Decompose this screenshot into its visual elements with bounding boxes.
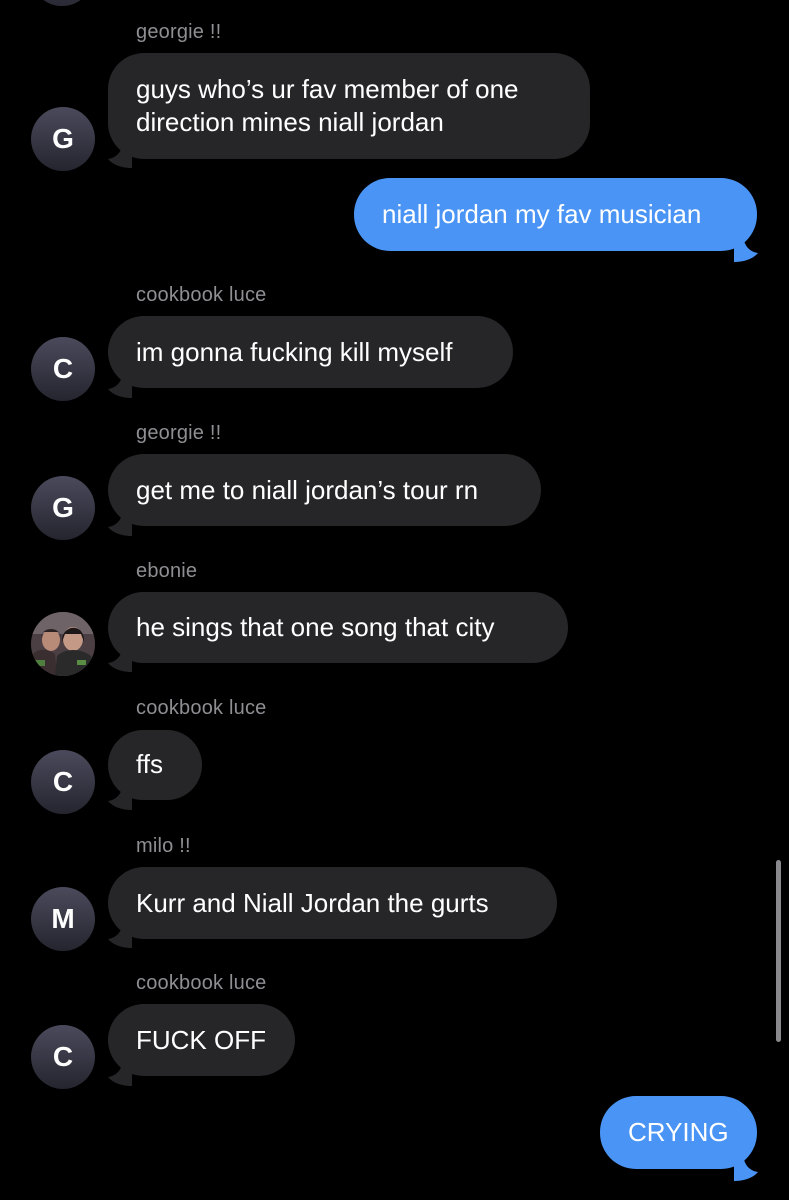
sender-name: cookbook luce — [136, 284, 267, 306]
message-bubble[interactable]: Kurr and Niall Jordan the gurts — [108, 867, 557, 939]
message-text: im gonna fucking kill myself — [136, 336, 453, 367]
message-line: direction mines niall jordan — [136, 107, 444, 137]
sender-name: milo !! — [136, 835, 191, 857]
sender-name: ebonie — [136, 560, 198, 582]
message-bubble[interactable]: get me to niall jordan’s tour rn — [108, 454, 541, 526]
message-text: he sings that one song that city — [136, 612, 495, 642]
message-bubble-outgoing[interactable]: CRYING — [600, 1096, 757, 1169]
avatar[interactable]: C — [31, 1025, 95, 1089]
message-bubble[interactable]: ffs — [108, 730, 202, 800]
message-bubble[interactable]: FUCK OFF — [108, 1004, 295, 1076]
sender-name: georgie !! — [136, 21, 222, 43]
avatar[interactable]: G — [31, 476, 95, 540]
message-bubble[interactable]: he sings that one song that city — [108, 592, 568, 663]
message-text: Kurr and Niall Jordan the gurts — [136, 887, 489, 918]
avatar[interactable]: C — [31, 337, 95, 401]
message-bubble-outgoing[interactable]: niall jordan my fav musician — [354, 178, 757, 251]
scrollbar[interactable] — [776, 860, 781, 1042]
avatar[interactable]: G — [31, 107, 95, 171]
sender-name: cookbook luce — [136, 697, 267, 719]
message-thread: georgie !! G guys who’s ur fav member of… — [0, 0, 789, 1200]
avatar-partial — [30, 0, 94, 6]
message-text: CRYING — [628, 1117, 729, 1147]
message-text: FUCK OFF — [136, 1024, 266, 1055]
message-line: guys who’s ur fav member of one — [136, 74, 519, 104]
avatar[interactable]: C — [31, 750, 95, 814]
message-bubble[interactable]: guys who’s ur fav member of one directio… — [108, 53, 590, 159]
message-bubble[interactable]: im gonna fucking kill myself — [108, 316, 513, 388]
message-text: niall jordan my fav musician — [382, 199, 702, 229]
message-text: ffs — [136, 749, 163, 779]
sender-name: cookbook luce — [136, 972, 267, 994]
profile-photo-icon — [31, 612, 95, 676]
avatar-photo[interactable] — [31, 612, 95, 676]
avatar[interactable]: M — [31, 887, 95, 951]
message-text: get me to niall jordan’s tour rn — [136, 474, 479, 505]
sender-name: georgie !! — [136, 422, 222, 444]
